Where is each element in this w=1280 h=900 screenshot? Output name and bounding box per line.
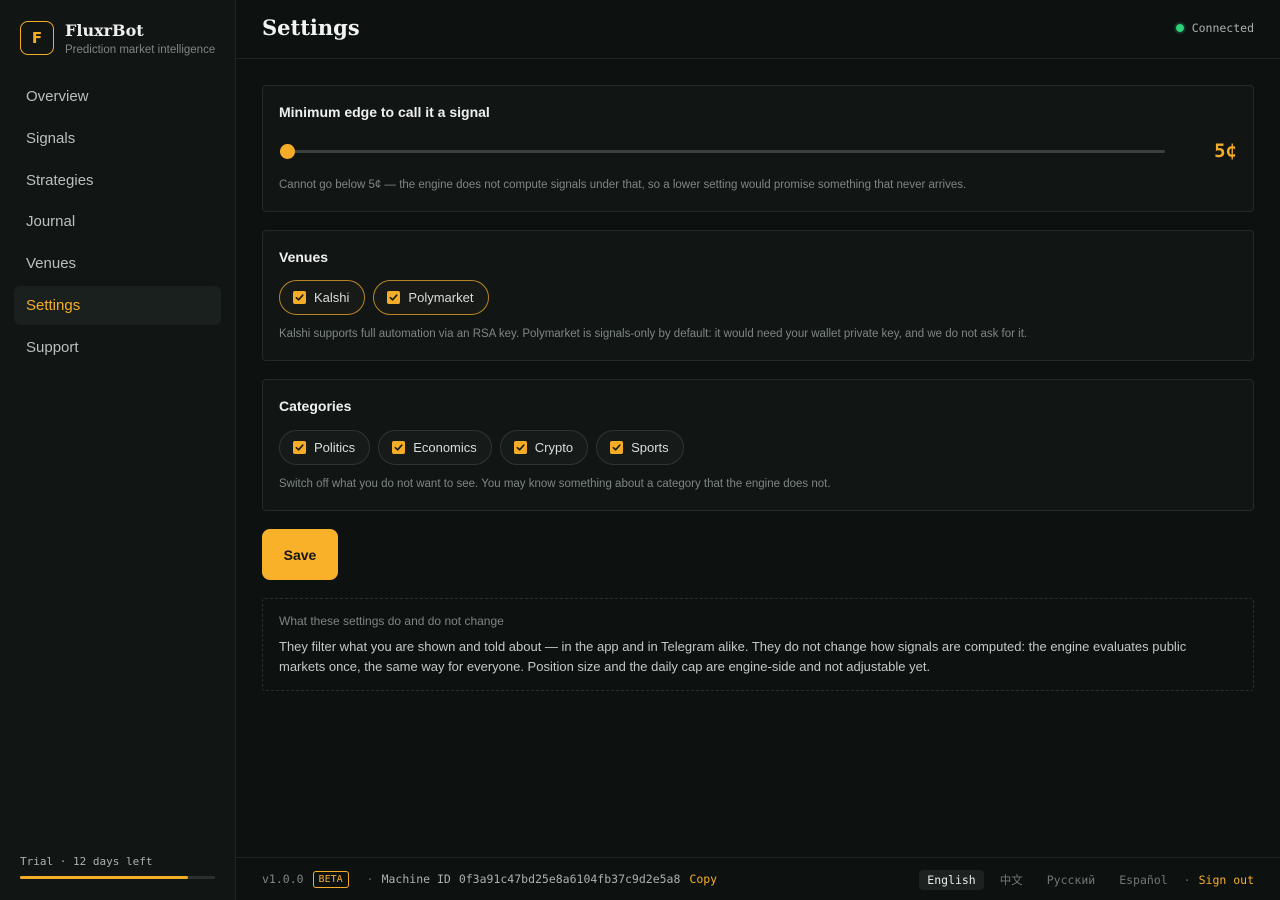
footer-actions: English 中文 Русский Español · Sign out	[911, 869, 1254, 890]
sidebar-item-settings[interactable]: Settings	[14, 285, 221, 325]
edge-title: Minimum edge to call it a signal	[279, 104, 490, 120]
status-dot-icon	[1175, 24, 1184, 32]
categories-card: Categories Politics Economics Crypto Spo…	[262, 379, 1254, 511]
category-chip-crypto[interactable]: Crypto	[499, 430, 589, 465]
language-spanish[interactable]: Español	[1111, 870, 1175, 890]
venues-title: Venues	[279, 249, 329, 265]
copy-machine-id-button[interactable]: Copy	[689, 872, 717, 886]
footer: v1.0.0 BETA · Machine ID 0f3a91c47bd25e8…	[236, 857, 1280, 900]
trial-progress-fill	[20, 876, 188, 879]
note-body: They filter what you are shown and told …	[279, 639, 1187, 674]
brand-text: FluxrBot Prediction market intelligence	[65, 21, 215, 56]
sidebar-item-journal[interactable]: Journal	[14, 202, 221, 241]
venues-card: Venues Kalshi Polymarket Kalshi supports…	[262, 230, 1254, 361]
checkbox-checked-icon[interactable]	[293, 441, 306, 454]
trial-status: Trial · 12 days left	[20, 855, 215, 879]
category-chip-politics[interactable]: Politics	[279, 430, 371, 465]
brand-name: FluxrBot	[65, 21, 144, 40]
categories-title: Categories	[279, 398, 352, 414]
beta-badge: BETA	[312, 870, 349, 888]
category-label-politics: Politics	[314, 440, 356, 455]
sidebar-item-support[interactable]: Support	[14, 328, 221, 367]
brand-logo: F	[20, 21, 54, 55]
sidebar: F FluxrBot Prediction market intelligenc…	[0, 0, 236, 900]
checkbox-checked-icon[interactable]	[392, 441, 406, 454]
trial-label: Trial · 12 days left	[20, 855, 153, 868]
sidebar-item-signals[interactable]: Signals	[14, 119, 221, 158]
sign-out-link[interactable]: Sign out	[1199, 873, 1254, 887]
edge-help-text: Cannot go below 5¢ — the engine does not…	[279, 179, 967, 191]
language-english[interactable]: English	[919, 869, 984, 890]
edge-slider-track[interactable]	[287, 150, 1165, 153]
sidebar-item-strategies[interactable]: Strategies	[14, 161, 221, 200]
checkbox-checked-icon[interactable]	[610, 441, 624, 454]
separator: ·	[366, 872, 374, 886]
categories-help-text: Switch off what you do not want to see. …	[279, 478, 831, 490]
sidebar-item-overview[interactable]: Overview	[14, 77, 221, 116]
venue-chip-polymarket[interactable]: Polymarket	[373, 280, 490, 315]
language-chinese[interactable]: 中文	[992, 869, 1031, 891]
note-title: What these settings do and do not change	[279, 614, 504, 628]
category-chip-economics[interactable]: Economics	[378, 430, 492, 465]
edge-slider-thumb[interactable]	[280, 144, 295, 159]
venue-chip-kalshi[interactable]: Kalshi	[279, 280, 366, 315]
page-title: Settings	[262, 15, 360, 40]
checkbox-checked-icon[interactable]	[513, 441, 527, 454]
categories-chips: Politics Economics Crypto Sports	[279, 430, 692, 465]
category-chip-sports[interactable]: Sports	[596, 430, 684, 465]
machine-id-value: 0f3a91c47bd25e8a6104fb37c9d2e5a8	[458, 872, 681, 886]
category-label-economics: Economics	[413, 440, 477, 455]
sidebar-item-venues[interactable]: Venues	[14, 244, 221, 283]
separator: ·	[1183, 872, 1191, 887]
brand: F FluxrBot Prediction market intelligenc…	[20, 21, 215, 56]
edge-value: 5¢	[1214, 140, 1237, 162]
checkbox-checked-icon[interactable]	[293, 291, 306, 304]
connection-status: Connected	[1175, 21, 1254, 35]
category-label-crypto: Crypto	[534, 440, 574, 455]
trial-progress-bar	[20, 876, 215, 879]
save-button[interactable]: Save	[262, 529, 338, 580]
edge-card: Minimum edge to call it a signal 5¢ Cann…	[262, 85, 1254, 212]
settings-note: What these settings do and do not change…	[262, 598, 1254, 691]
category-label-sports: Sports	[631, 440, 669, 455]
venue-label-polymarket: Polymarket	[408, 290, 474, 305]
page-header: Settings Connected	[236, 0, 1280, 59]
version-label: v1.0.0	[262, 872, 304, 886]
venues-chips: Kalshi Polymarket	[279, 280, 497, 315]
venues-help-text: Kalshi supports full automation via an R…	[279, 328, 1028, 340]
venue-label-kalshi: Kalshi	[314, 290, 350, 305]
sidebar-nav: Overview Signals Strategies Journal Venu…	[14, 77, 221, 370]
checkbox-checked-icon[interactable]	[387, 291, 401, 304]
footer-info: v1.0.0 BETA · Machine ID 0f3a91c47bd25e8…	[262, 869, 717, 889]
connection-status-text: Connected	[1191, 21, 1254, 35]
brand-subtitle: Prediction market intelligence	[65, 44, 216, 56]
language-russian[interactable]: Русский	[1039, 870, 1103, 890]
machine-id-label: Machine ID	[381, 872, 451, 886]
